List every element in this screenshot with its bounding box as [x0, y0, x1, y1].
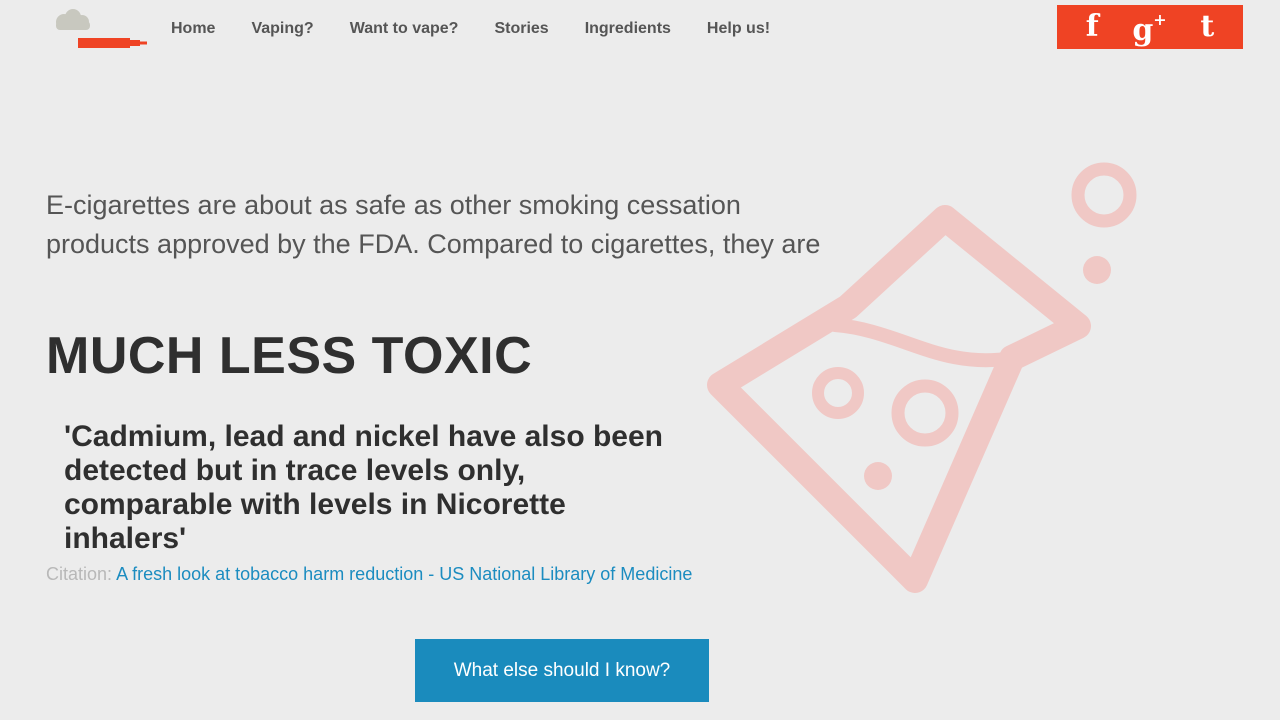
nav-item-vaping[interactable]: Vaping?: [251, 19, 313, 39]
nav-item-help-us[interactable]: Help us!: [707, 19, 770, 39]
intro-text: E-cigarettes are about as safe as other …: [46, 190, 821, 259]
page: Home Vaping? Want to vape? Stories Ingre…: [0, 0, 1280, 720]
citation-link[interactable]: A fresh look at tobacco harm reduction -…: [116, 564, 692, 584]
twitter-icon[interactable]: t: [1200, 5, 1214, 49]
cloud-icon: [56, 9, 90, 30]
citation-label: Citation:: [46, 564, 113, 584]
google-plus-letter: g: [1132, 12, 1154, 48]
e-cigarette-icon: [78, 38, 147, 48]
quote: 'Cadmium, lead and nickel have also been…: [64, 420, 664, 555]
what-else-button[interactable]: What else should I know?: [415, 639, 709, 702]
headline: MUCH LESS TOXIC: [46, 327, 533, 385]
nav-item-home[interactable]: Home: [171, 19, 215, 39]
nav-item-stories[interactable]: Stories: [494, 19, 548, 39]
nav-item-want-to-vape[interactable]: Want to vape?: [350, 19, 459, 39]
google-plus-sup: +: [1153, 9, 1167, 29]
google-plus-icon[interactable]: g+: [1132, 2, 1166, 53]
facebook-icon[interactable]: f: [1086, 5, 1099, 49]
citation: Citation: A fresh look at tobacco harm r…: [46, 563, 692, 585]
logo[interactable]: [52, 8, 148, 50]
main-nav: Home Vaping? Want to vape? Stories Ingre…: [171, 19, 806, 39]
nav-item-ingredients[interactable]: Ingredients: [585, 19, 671, 39]
social-bar: f g+ t: [1057, 5, 1243, 49]
